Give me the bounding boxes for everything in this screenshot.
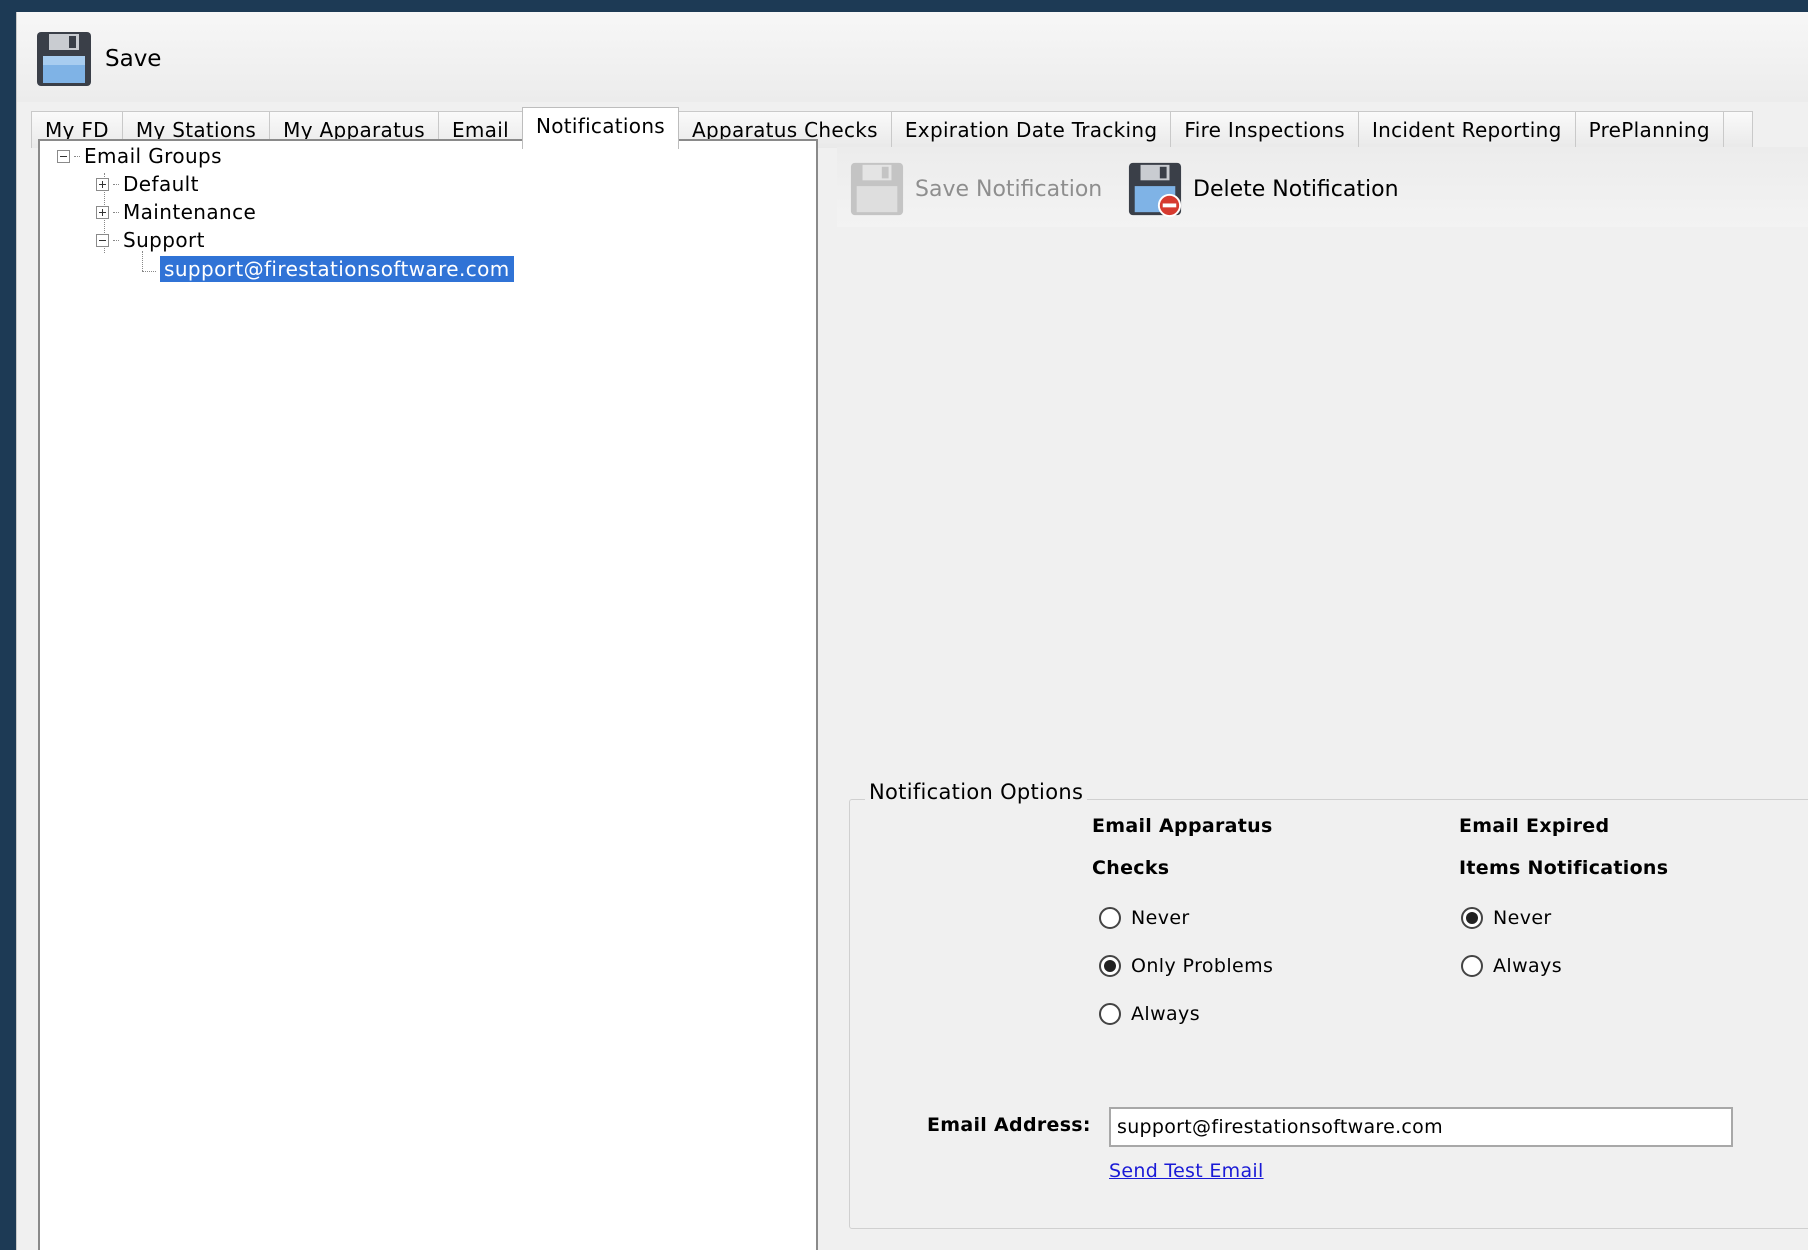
expired-items-always-radio[interactable]: Always xyxy=(1461,955,1562,977)
tab-overflow[interactable] xyxy=(1722,111,1753,148)
tree-item-support-email[interactable]: support@firestationsoftware.com xyxy=(160,256,514,282)
tree-connector xyxy=(142,251,143,271)
expand-icon[interactable] xyxy=(96,177,109,191)
email-groups-tree: Email Groups Default Maintenance Support… xyxy=(38,139,818,1250)
tab-preplanning[interactable]: PrePlanning xyxy=(1574,111,1724,148)
delete-notification-button[interactable]: Delete Notification xyxy=(1127,161,1399,217)
tree-connector xyxy=(74,155,80,157)
radio-button-checked[interactable] xyxy=(1461,907,1483,929)
radio-label: Always xyxy=(1493,955,1563,977)
expired-items-heading-2: Items Notifications xyxy=(1459,857,1669,879)
save-notification-button[interactable]: Save Notification xyxy=(849,161,1102,217)
tab-incident-reporting[interactable]: Incident Reporting xyxy=(1357,111,1576,148)
tree-item-maintenance[interactable]: Maintenance xyxy=(96,199,256,225)
apparatus-checks-heading-2: Checks xyxy=(1092,857,1170,879)
email-address-field[interactable] xyxy=(1109,1107,1733,1147)
email-address-label: Email Address: xyxy=(927,1114,1091,1136)
radio-label: Always xyxy=(1131,1003,1201,1025)
delete-floppy-icon xyxy=(1128,162,1182,217)
notification-toolbar: Save Notification Delete Notification xyxy=(837,147,1808,227)
tree-item-label: Maintenance xyxy=(123,200,257,224)
floppy-disk-icon xyxy=(850,162,904,216)
expired-items-never-radio[interactable]: Never xyxy=(1461,907,1552,929)
save-button[interactable]: Save xyxy=(35,30,161,88)
radio-button[interactable] xyxy=(1099,907,1121,929)
expand-icon[interactable] xyxy=(96,205,109,219)
save-label: Save xyxy=(105,46,162,72)
radio-label: Never xyxy=(1131,907,1190,929)
radio-label: Only Problems xyxy=(1131,955,1274,977)
expired-items-heading-1: Email Expired xyxy=(1459,815,1610,837)
selected-tree-item[interactable]: support@firestationsoftware.com xyxy=(160,256,514,282)
tree-item-support[interactable]: Support xyxy=(96,227,205,253)
apparatus-checks-heading-1: Email Apparatus xyxy=(1092,815,1273,837)
tree-root-label: Email Groups xyxy=(84,144,222,168)
delete-notification-label: Delete Notification xyxy=(1193,176,1399,202)
radio-button[interactable] xyxy=(1099,1003,1121,1025)
radio-button[interactable] xyxy=(1461,955,1483,977)
tab-notifications[interactable]: Notifications xyxy=(521,107,680,149)
tree-connector xyxy=(113,211,119,213)
floppy-disk-icon xyxy=(37,32,91,86)
tree-item-label: Default xyxy=(123,172,199,196)
radio-button-checked[interactable] xyxy=(1099,955,1121,977)
main-toolbar: Save xyxy=(17,12,1808,102)
tree-connector xyxy=(142,271,156,272)
tree-connector xyxy=(113,239,119,241)
tree-connector xyxy=(113,183,119,185)
radio-label: Never xyxy=(1493,907,1552,929)
apparatus-checks-always-radio[interactable]: Always xyxy=(1099,1003,1200,1025)
tree-root-email-groups[interactable]: Email Groups xyxy=(57,143,222,169)
tree-item-default[interactable]: Default xyxy=(96,171,199,197)
collapse-icon[interactable] xyxy=(96,233,109,247)
collapse-icon[interactable] xyxy=(57,149,70,163)
tab-fire-inspections[interactable]: Fire Inspections xyxy=(1170,111,1359,148)
tab-expiration-date-tracking[interactable]: Expiration Date Tracking xyxy=(890,111,1172,148)
apparatus-checks-only-problems-radio[interactable]: Only Problems xyxy=(1099,955,1273,977)
notification-options-legend: Notification Options xyxy=(865,780,1088,804)
app-window: Save My FD My Stations My Apparatus Emai… xyxy=(16,12,1808,1250)
save-notification-label: Save Notification xyxy=(915,176,1103,202)
apparatus-checks-never-radio[interactable]: Never xyxy=(1099,907,1190,929)
send-test-email-link[interactable]: Send Test Email xyxy=(1109,1160,1264,1182)
tree-item-label: Support xyxy=(123,228,205,252)
